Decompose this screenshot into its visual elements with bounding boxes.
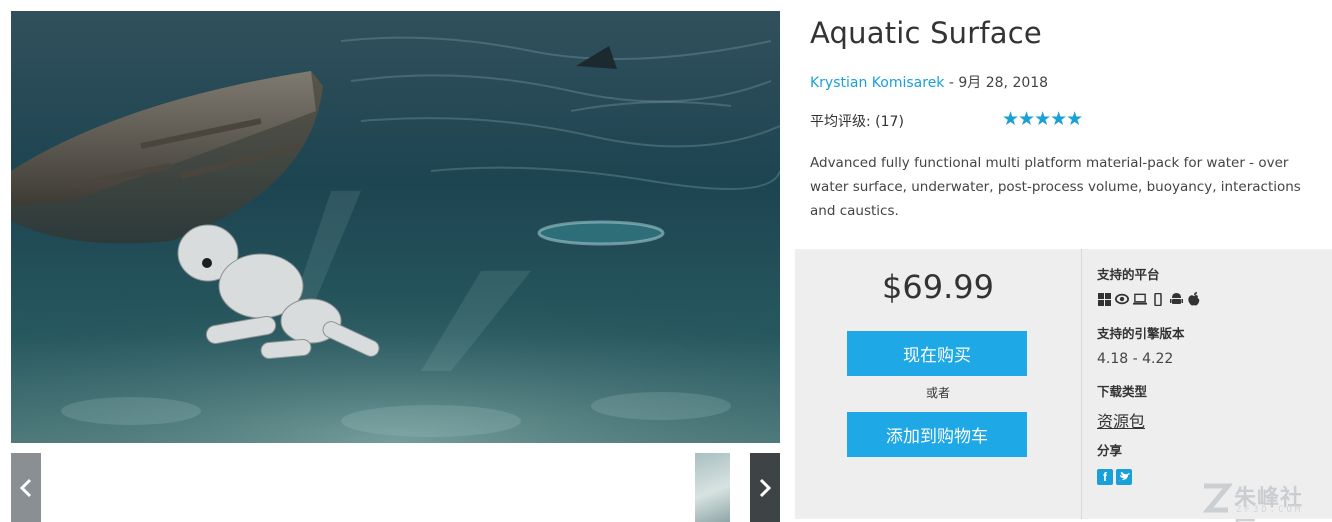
add-to-cart-button[interactable]: 添加到购物车 xyxy=(847,412,1027,457)
site-watermark-logo: 朱峰社区 ZF3D.COM xyxy=(1200,476,1325,522)
product-title: Aquatic Surface xyxy=(810,16,1042,50)
download-type-link[interactable]: 资源包 xyxy=(1097,408,1145,432)
next-button[interactable] xyxy=(750,453,780,522)
platform-icons xyxy=(1097,292,1201,306)
twitter-icon[interactable] xyxy=(1116,469,1132,485)
laptop-icon xyxy=(1133,292,1147,306)
windows-icon xyxy=(1097,292,1111,306)
engine-version-label: 支持的引擎版本 xyxy=(1097,326,1185,341)
byline: Krystian Komisarek - 9月 28, 2018 xyxy=(810,72,1048,92)
platform-label: 支持的平台 xyxy=(1097,267,1160,282)
apple-icon xyxy=(1187,292,1201,306)
byline-separator: - xyxy=(944,75,959,91)
thumbnail-strip xyxy=(11,453,780,522)
price: $69.99 xyxy=(882,268,994,306)
underwater-scene-image xyxy=(11,11,780,443)
previous-button[interactable] xyxy=(11,453,41,522)
buy-now-button[interactable]: 现在购买 xyxy=(847,331,1027,376)
mobile-icon xyxy=(1151,292,1165,306)
watermark-subtext: ZF3D.COM xyxy=(1236,505,1304,515)
download-type-label: 下载类型 xyxy=(1097,384,1148,399)
star-rating: ★★★★★ xyxy=(1002,109,1083,130)
or-separator: 或者 xyxy=(925,386,950,400)
chevron-left-icon xyxy=(19,478,32,497)
watermark-text: 朱峰社区 xyxy=(1234,486,1304,522)
author-link[interactable]: Krystian Komisarek xyxy=(810,75,944,91)
share-label: 分享 xyxy=(1097,443,1123,458)
chevron-right-icon xyxy=(759,478,772,497)
vr-eye-icon xyxy=(1115,292,1129,306)
product-hero-image[interactable] xyxy=(11,11,780,443)
thumbnail-image[interactable] xyxy=(695,453,730,522)
engine-version: 4.18 - 4.22 xyxy=(1097,351,1174,367)
share-icons: f xyxy=(1097,469,1132,485)
publish-date: 9月 28, 2018 xyxy=(958,75,1049,91)
android-icon xyxy=(1169,292,1183,306)
rating-label: 平均评级: (17) xyxy=(810,114,904,130)
facebook-icon[interactable]: f xyxy=(1097,469,1113,485)
product-description: Advanced fully functional multi platform… xyxy=(810,155,1301,219)
